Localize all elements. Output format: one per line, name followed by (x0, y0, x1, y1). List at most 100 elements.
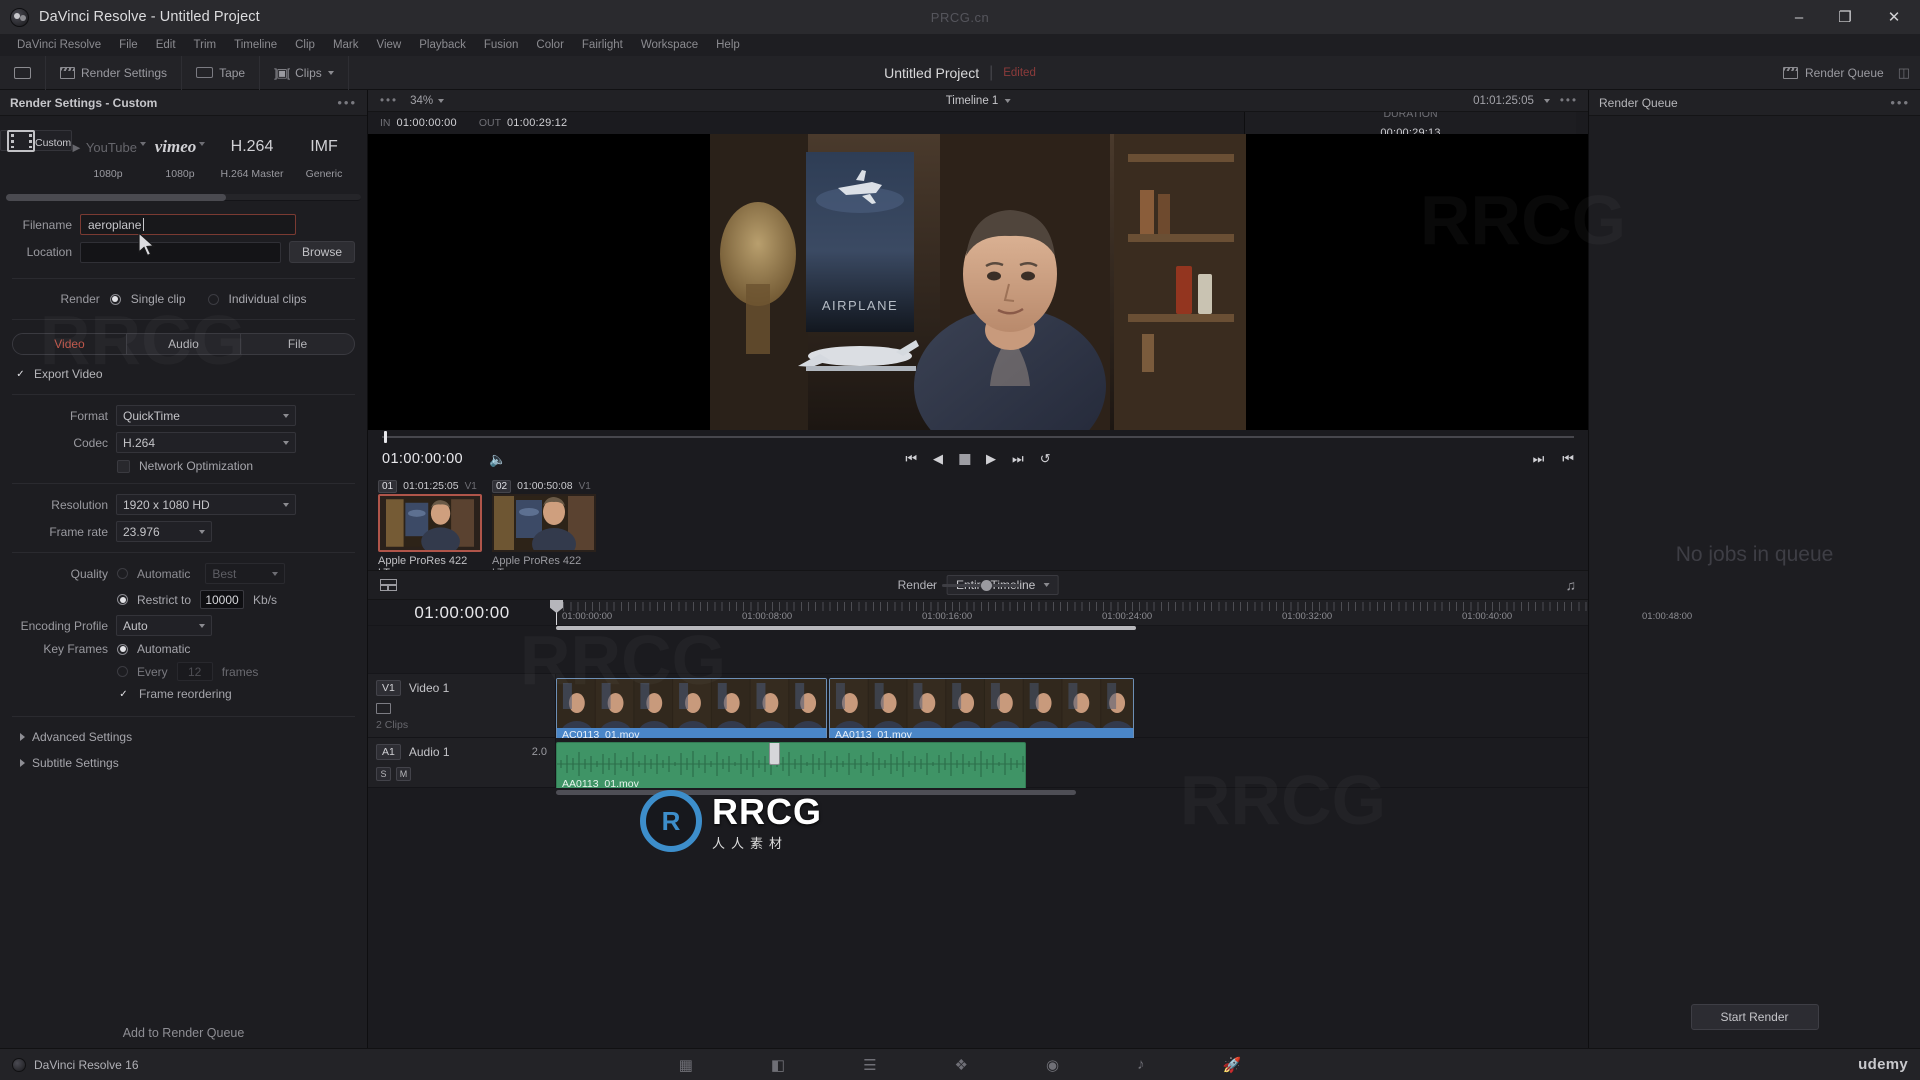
menu-fusion[interactable]: Fusion (475, 34, 528, 56)
filename-input[interactable]: aeroplane (80, 214, 296, 235)
clip-thumbnail[interactable] (492, 494, 596, 552)
jump-to-end-button[interactable]: ⏭ (1012, 451, 1024, 467)
page-fairlight-icon[interactable]: ♪ (1137, 1056, 1145, 1073)
list-item[interactable]: 01 01:01:25:05 V1 Apple ProRes 422 (378, 478, 482, 579)
menu-color[interactable]: Color (527, 34, 572, 56)
timeline-clip[interactable]: AC0113_01.mov (556, 678, 827, 744)
location-input[interactable] (80, 241, 281, 263)
format-dropdown[interactable]: QuickTime (116, 405, 296, 426)
individual-clips-radio[interactable] (207, 293, 219, 305)
page-fusion-icon[interactable]: ❖ (955, 1056, 968, 1074)
render-queue-options-icon[interactable]: ••• (1890, 95, 1910, 110)
page-media-icon[interactable]: ▦ (679, 1056, 693, 1074)
menu-workspace[interactable]: Workspace (632, 34, 707, 56)
quality-restrict-radio[interactable] (117, 594, 128, 605)
speaker-icon[interactable]: 🔈 (489, 451, 506, 468)
scrollbar-thumb[interactable] (556, 626, 1136, 630)
bitrate-input[interactable]: 10000 (200, 590, 245, 609)
stop-button[interactable] (959, 453, 971, 465)
timeline-horizontal-scrollbar[interactable] (368, 788, 1588, 798)
keyframes-automatic-radio[interactable] (117, 643, 128, 655)
track-header-v1[interactable]: V1 Video 1 2 Clips (368, 674, 556, 737)
jump-to-start-button[interactable]: ⏮ (905, 451, 917, 467)
close-icon[interactable]: ✕ (1868, 0, 1920, 34)
preset-vimeo[interactable]: vimeo 1080p (144, 130, 216, 180)
in-timecode[interactable]: 01:00:00:00 (397, 117, 457, 129)
menu-view[interactable]: View (368, 34, 411, 56)
tab-file[interactable]: File (241, 334, 354, 354)
audio-waveform-toggle-icon[interactable]: ♫ (1566, 577, 1577, 593)
minimize-icon[interactable]: – (1776, 0, 1822, 34)
subtitle-settings-section[interactable]: Subtitle Settings (0, 750, 367, 776)
keyframes-interval-input[interactable]: 12 (176, 662, 213, 681)
keyframes-every-radio[interactable] (117, 666, 128, 677)
menu-edit[interactable]: Edit (147, 34, 185, 56)
export-video-checkbox[interactable]: ✓ (14, 368, 27, 381)
track-area-a1[interactable]: AA0113_01.mov (556, 738, 1588, 792)
start-render-button[interactable]: Start Render (1690, 1004, 1819, 1030)
clips-button[interactable]: ]▣[ Clips (260, 55, 349, 90)
menu-playback[interactable]: Playback (410, 34, 475, 56)
advanced-settings-section[interactable]: Advanced Settings (0, 724, 367, 750)
loop-button[interactable]: ↺ (1040, 451, 1051, 467)
render-settings-options-icon[interactable]: ••• (337, 95, 357, 110)
viewer-layout-button[interactable] (0, 55, 46, 90)
tab-video[interactable]: Video (13, 334, 127, 354)
tape-button[interactable]: Tape (182, 55, 261, 90)
page-cut-icon[interactable]: ◧ (771, 1056, 785, 1074)
single-clip-radio[interactable] (109, 293, 121, 305)
out-timecode[interactable]: 01:00:29:12 (507, 117, 567, 129)
timeline-current-timecode[interactable]: 01:00:00:00 (368, 600, 556, 625)
track-area-v1[interactable]: AC0113_01.mov AA0113_01.mov (556, 674, 1588, 744)
play-reverse-button[interactable]: ◀ (933, 451, 943, 467)
preset-scrollbar[interactable] (0, 192, 367, 203)
clip-thumbnail[interactable] (378, 494, 482, 552)
preset-imf-generic[interactable]: IMF Generic (288, 130, 360, 180)
menu-trim[interactable]: Trim (185, 34, 226, 56)
frame-reordering-checkbox[interactable]: ✓ (117, 688, 130, 701)
tab-audio[interactable]: Audio (127, 334, 241, 354)
zoom-slider-knob[interactable] (981, 579, 993, 591)
codec-dropdown[interactable]: H.264 (116, 432, 296, 453)
quality-best-dropdown[interactable]: Best (205, 563, 286, 584)
preset-h264-master[interactable]: H.264 H.264 Master (216, 130, 288, 180)
viewer-current-timecode[interactable]: 01:00:00:00 (382, 451, 463, 467)
timeline-ruler[interactable]: 01:00:00:00 01:00:08:00 01:00:16:00 01:0… (550, 600, 1692, 630)
menu-help[interactable]: Help (707, 34, 749, 56)
prev-clip-icon[interactable]: ⏮ (1562, 451, 1574, 467)
scrollbar-thumb[interactable] (556, 790, 1076, 795)
next-clip-icon[interactable]: ⏭ (1533, 451, 1545, 467)
audio-clip-playhead-handle[interactable] (769, 743, 780, 765)
menu-clip[interactable]: Clip (286, 34, 324, 56)
mute-button[interactable]: M (396, 767, 411, 781)
zoom-slider[interactable] (942, 579, 1021, 591)
video-viewer[interactable]: AIRPLANE (368, 134, 1588, 430)
timeline-audio-clip[interactable]: AA0113_01.mov (556, 742, 1026, 792)
page-color-icon[interactable]: ◉ (1046, 1056, 1059, 1074)
viewer-scrubber[interactable] (368, 430, 1588, 444)
timeline-range-scrollbar[interactable] (556, 626, 1588, 630)
encoding-profile-dropdown[interactable]: Auto (116, 615, 212, 636)
viewer-timeline-dropdown[interactable]: Timeline 1 (946, 95, 1011, 107)
maximize-icon[interactable]: ❐ (1822, 0, 1868, 34)
list-item[interactable]: 02 01:00:50:08 V1 Apple ProRes 422 (492, 478, 596, 579)
scrubber-playhead[interactable] (384, 431, 387, 443)
track-header-a1[interactable]: A1 Audio 1 2.0 S M (368, 738, 556, 787)
preset-custom[interactable]: Custom (0, 129, 72, 152)
viewer-more-options-icon[interactable]: ••• (1560, 95, 1578, 107)
viewer-options-icon[interactable]: ••• (368, 95, 398, 107)
page-edit-icon[interactable]: ☰ (863, 1056, 876, 1074)
timeline-view-icon[interactable] (380, 579, 397, 591)
page-deliver-icon[interactable]: 🚀 (1223, 1056, 1242, 1074)
menu-timeline[interactable]: Timeline (225, 34, 286, 56)
timeline-clip[interactable]: AA0113_01.mov (829, 678, 1134, 744)
quality-automatic-radio[interactable] (117, 568, 128, 579)
menu-mark[interactable]: Mark (324, 34, 368, 56)
add-to-render-queue-button[interactable]: Add to Render Queue (0, 1018, 367, 1048)
viewer-zoom-dropdown[interactable]: 34% (398, 95, 456, 107)
browse-button[interactable]: Browse (288, 241, 355, 263)
preset-youtube[interactable]: ► YouTube 1080p (70, 130, 146, 180)
track-visibility-icon[interactable] (376, 703, 391, 714)
scrollbar-thumb[interactable] (6, 194, 227, 201)
play-button[interactable]: ▶ (986, 451, 996, 467)
